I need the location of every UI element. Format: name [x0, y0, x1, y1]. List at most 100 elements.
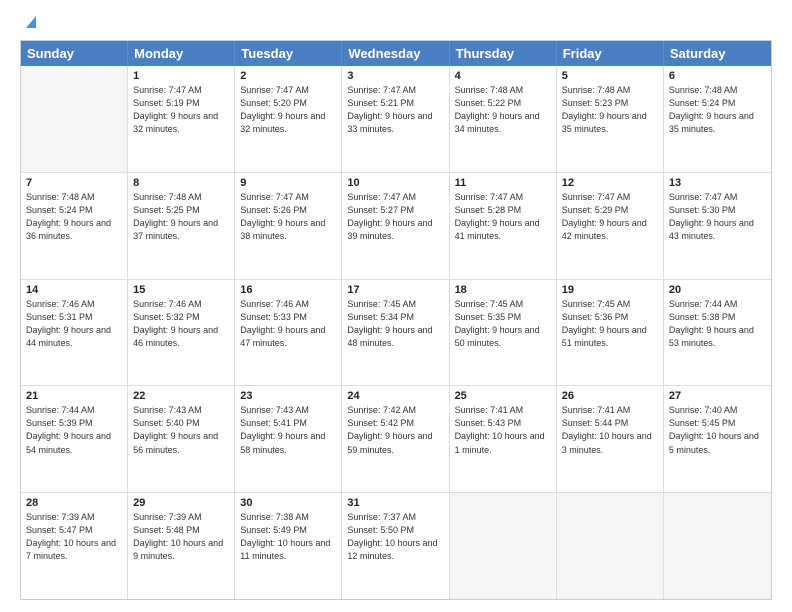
cell-info: Sunrise: 7:46 AM Sunset: 5:33 PM Dayligh… [240, 298, 336, 350]
calendar-cell: 3Sunrise: 7:47 AM Sunset: 5:21 PM Daylig… [342, 66, 449, 172]
day-number: 23 [240, 390, 336, 402]
day-number: 20 [669, 284, 766, 296]
calendar-cell [450, 493, 557, 599]
day-number: 27 [669, 390, 766, 402]
calendar-cell: 22 Sunrise: 7:43 AM Sunset: 5:40 PM Dayli… [128, 386, 235, 492]
calendar-cell: 7 Sunrise: 7:48 AM Sunset: 5:24 PM Daylig… [21, 173, 128, 279]
calendar-cell: 25 Sunrise: 7:41 AM Sunset: 5:43 PM Dayli… [450, 386, 557, 492]
calendar-cell: 2 Sunrise: 7:47 AM Sunset: 5:20 PM Daylig… [235, 66, 342, 172]
calendar-cell: 1 Sunrise: 7:47 AM Sunset: 5:19 PM Daylig… [128, 66, 235, 172]
cell-info: Sunrise: 7:45 AM Sunset: 5:36 PM Dayligh… [562, 298, 658, 350]
calendar-week-row: 14 Sunrise: 7:46 AM Sunset: 5:31 PM Dayli… [21, 280, 771, 387]
day-number: 1 [133, 70, 229, 82]
day-number: 10 [347, 177, 443, 189]
cell-info: Sunrise: 7:37 AM Sunset: 5:50 PM Dayligh… [347, 511, 443, 563]
calendar-week-row: 28 Sunrise: 7:39 AM Sunset: 5:47 PM Dayli… [21, 493, 771, 599]
cell-info: Sunrise: 7:47 AM Sunset: 5:20 PM Dayligh… [240, 84, 336, 136]
day-number: 6 [669, 70, 766, 82]
calendar-cell: 16 Sunrise: 7:46 AM Sunset: 5:33 PM Dayli… [235, 280, 342, 386]
calendar-header-cell: Sunday [21, 41, 128, 66]
header [20, 16, 772, 30]
cell-info: Sunrise: 7:48 AM Sunset: 5:24 PM Dayligh… [26, 191, 122, 243]
day-number: 28 [26, 497, 122, 509]
calendar-cell: 23 Sunrise: 7:43 AM Sunset: 5:41 PM Dayli… [235, 386, 342, 492]
cell-info: Sunrise: 7:47 AM Sunset: 5:30 PM Dayligh… [669, 191, 766, 243]
cell-info: Sunrise: 7:48 AM Sunset: 5:23 PM Dayligh… [562, 84, 658, 136]
page: SundayMondayTuesdayWednesdayThursdayFrid… [0, 0, 792, 612]
calendar-cell: 8Sunrise: 7:48 AM Sunset: 5:25 PM Daylig… [128, 173, 235, 279]
cell-info: Sunrise: 7:46 AM Sunset: 5:32 PM Dayligh… [133, 298, 229, 350]
cell-info: Sunrise: 7:38 AM Sunset: 5:49 PM Dayligh… [240, 511, 336, 563]
cell-info: Sunrise: 7:45 AM Sunset: 5:34 PM Dayligh… [347, 298, 443, 350]
day-number: 12 [562, 177, 658, 189]
cell-info: Sunrise: 7:47 AM Sunset: 5:28 PM Dayligh… [455, 191, 551, 243]
calendar-week-row: 21 Sunrise: 7:44 AM Sunset: 5:39 PM Dayli… [21, 386, 771, 493]
day-number: 22 [133, 390, 229, 402]
day-number: 25 [455, 390, 551, 402]
calendar-cell: 4 Sunrise: 7:48 AM Sunset: 5:22 PM Daylig… [450, 66, 557, 172]
calendar-cell: 9Sunrise: 7:47 AM Sunset: 5:26 PM Daylig… [235, 173, 342, 279]
calendar-cell: 24 Sunrise: 7:42 AM Sunset: 5:42 PM Dayli… [342, 386, 449, 492]
calendar-cell: 20 Sunrise: 7:44 AM Sunset: 5:38 PM Dayli… [664, 280, 771, 386]
calendar-header-cell: Friday [557, 41, 664, 66]
calendar-week-row: 1 Sunrise: 7:47 AM Sunset: 5:19 PM Daylig… [21, 66, 771, 173]
day-number: 26 [562, 390, 658, 402]
cell-info: Sunrise: 7:43 AM Sunset: 5:41 PM Dayligh… [240, 404, 336, 456]
calendar-header-cell: Monday [128, 41, 235, 66]
day-number: 9 [240, 177, 336, 189]
day-number: 5 [562, 70, 658, 82]
calendar-week-row: 7 Sunrise: 7:48 AM Sunset: 5:24 PM Daylig… [21, 173, 771, 280]
day-number: 17 [347, 284, 443, 296]
cell-info: Sunrise: 7:48 AM Sunset: 5:24 PM Dayligh… [669, 84, 766, 136]
day-number: 7 [26, 177, 122, 189]
cell-info: Sunrise: 7:44 AM Sunset: 5:39 PM Dayligh… [26, 404, 122, 456]
day-number: 29 [133, 497, 229, 509]
day-number: 13 [669, 177, 766, 189]
day-number: 21 [26, 390, 122, 402]
day-number: 2 [240, 70, 336, 82]
calendar-cell: 29Sunrise: 7:39 AM Sunset: 5:48 PM Dayli… [128, 493, 235, 599]
calendar-header: SundayMondayTuesdayWednesdayThursdayFrid… [21, 41, 771, 66]
cell-info: Sunrise: 7:47 AM Sunset: 5:21 PM Dayligh… [347, 84, 443, 136]
cell-info: Sunrise: 7:47 AM Sunset: 5:27 PM Dayligh… [347, 191, 443, 243]
calendar-cell: 28 Sunrise: 7:39 AM Sunset: 5:47 PM Dayli… [21, 493, 128, 599]
day-number: 11 [455, 177, 551, 189]
cell-info: Sunrise: 7:47 AM Sunset: 5:19 PM Dayligh… [133, 84, 229, 136]
cell-info: Sunrise: 7:41 AM Sunset: 5:43 PM Dayligh… [455, 404, 551, 456]
cell-info: Sunrise: 7:47 AM Sunset: 5:29 PM Dayligh… [562, 191, 658, 243]
cell-info: Sunrise: 7:48 AM Sunset: 5:22 PM Dayligh… [455, 84, 551, 136]
cell-info: Sunrise: 7:39 AM Sunset: 5:47 PM Dayligh… [26, 511, 122, 563]
calendar-cell: 11 Sunrise: 7:47 AM Sunset: 5:28 PM Dayli… [450, 173, 557, 279]
calendar-header-cell: Saturday [664, 41, 771, 66]
day-number: 16 [240, 284, 336, 296]
day-number: 18 [455, 284, 551, 296]
calendar-cell [557, 493, 664, 599]
calendar-header-cell: Thursday [450, 41, 557, 66]
calendar-header-cell: Wednesday [342, 41, 449, 66]
calendar-cell [21, 66, 128, 172]
day-number: 24 [347, 390, 443, 402]
calendar-cell: 15 Sunrise: 7:46 AM Sunset: 5:32 PM Dayli… [128, 280, 235, 386]
cell-info: Sunrise: 7:46 AM Sunset: 5:31 PM Dayligh… [26, 298, 122, 350]
cell-info: Sunrise: 7:41 AM Sunset: 5:44 PM Dayligh… [562, 404, 658, 456]
cell-info: Sunrise: 7:42 AM Sunset: 5:42 PM Dayligh… [347, 404, 443, 456]
cell-info: Sunrise: 7:43 AM Sunset: 5:40 PM Dayligh… [133, 404, 229, 456]
calendar-body: 1 Sunrise: 7:47 AM Sunset: 5:19 PM Daylig… [21, 66, 771, 599]
day-number: 15 [133, 284, 229, 296]
cell-info: Sunrise: 7:45 AM Sunset: 5:35 PM Dayligh… [455, 298, 551, 350]
calendar-header-cell: Tuesday [235, 41, 342, 66]
calendar-cell: 17 Sunrise: 7:45 AM Sunset: 5:34 PM Dayli… [342, 280, 449, 386]
logo-icon [22, 12, 40, 30]
logo [20, 16, 40, 30]
day-number: 4 [455, 70, 551, 82]
calendar-cell: 21 Sunrise: 7:44 AM Sunset: 5:39 PM Dayli… [21, 386, 128, 492]
calendar-cell [664, 493, 771, 599]
calendar-cell: 30Sunrise: 7:38 AM Sunset: 5:49 PM Dayli… [235, 493, 342, 599]
calendar-cell: 14 Sunrise: 7:46 AM Sunset: 5:31 PM Dayli… [21, 280, 128, 386]
day-number: 31 [347, 497, 443, 509]
calendar-cell: 13 Sunrise: 7:47 AM Sunset: 5:30 PM Dayli… [664, 173, 771, 279]
cell-info: Sunrise: 7:44 AM Sunset: 5:38 PM Dayligh… [669, 298, 766, 350]
calendar-cell: 26 Sunrise: 7:41 AM Sunset: 5:44 PM Dayli… [557, 386, 664, 492]
day-number: 14 [26, 284, 122, 296]
calendar-cell: 27Sunrise: 7:40 AM Sunset: 5:45 PM Dayli… [664, 386, 771, 492]
